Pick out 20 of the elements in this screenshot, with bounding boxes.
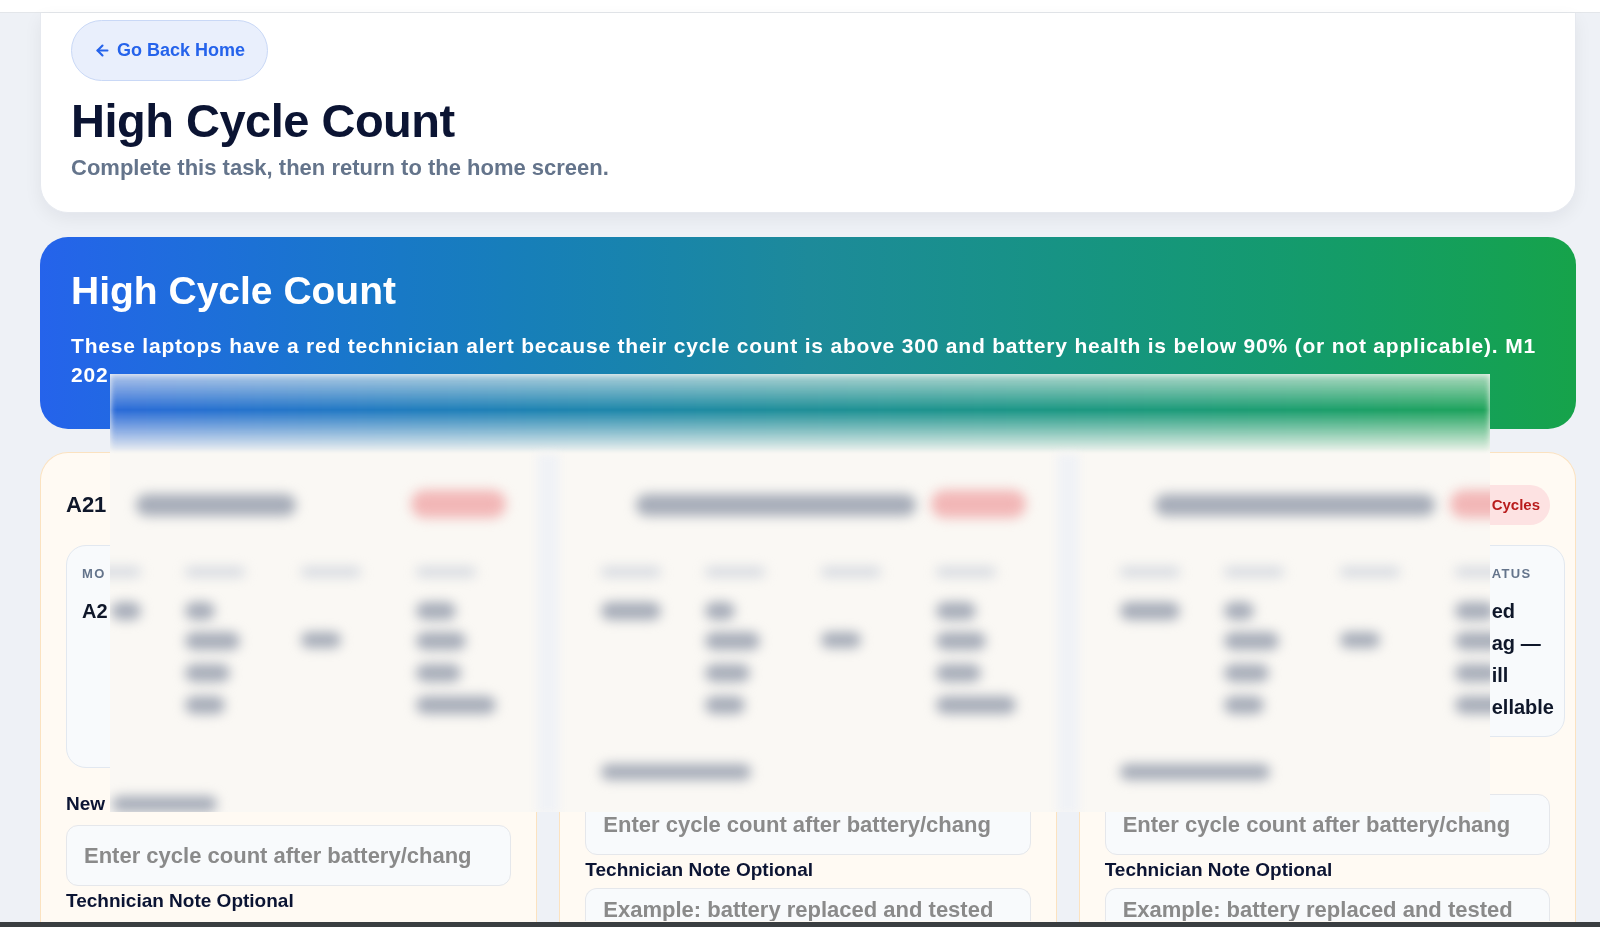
banner-description: These laptops have a red technician alert because their cycle count is above 300 and battery health is below 90% (or not applicable). M1 202 <box>71 333 1537 388</box>
field-value: ag — <box>1491 631 1541 656</box>
banner-title: High Cycle Count <box>71 270 397 312</box>
field-value: A2 <box>82 599 108 624</box>
note-input[interactable]: Example: battery replaced and tested <box>1104 888 1550 921</box>
field-value: ed <box>1491 599 1516 624</box>
field-label: Technician Note Optional <box>1104 860 1334 880</box>
page-subtitle: Complete this task, then return to the home screen. <box>71 156 609 180</box>
cycle-count-input[interactable]: Enter cycle count after battery/chang <box>66 825 512 886</box>
field-label: Technician Note Optional <box>585 860 814 880</box>
field-label: New <box>66 793 106 814</box>
field-label: MO <box>82 566 106 582</box>
note-input[interactable]: Example: battery replaced and tested <box>585 888 1031 921</box>
field-value: ill <box>1491 663 1509 688</box>
field-label: ATUS <box>1491 566 1532 582</box>
card-title: A21 <box>66 491 107 519</box>
page-title: High Cycle Count <box>71 95 455 147</box>
field-label: Technician Note Optional <box>66 891 295 911</box>
field-value: ellable <box>1491 695 1554 720</box>
back-button[interactable]: Go Back Home <box>71 20 269 81</box>
